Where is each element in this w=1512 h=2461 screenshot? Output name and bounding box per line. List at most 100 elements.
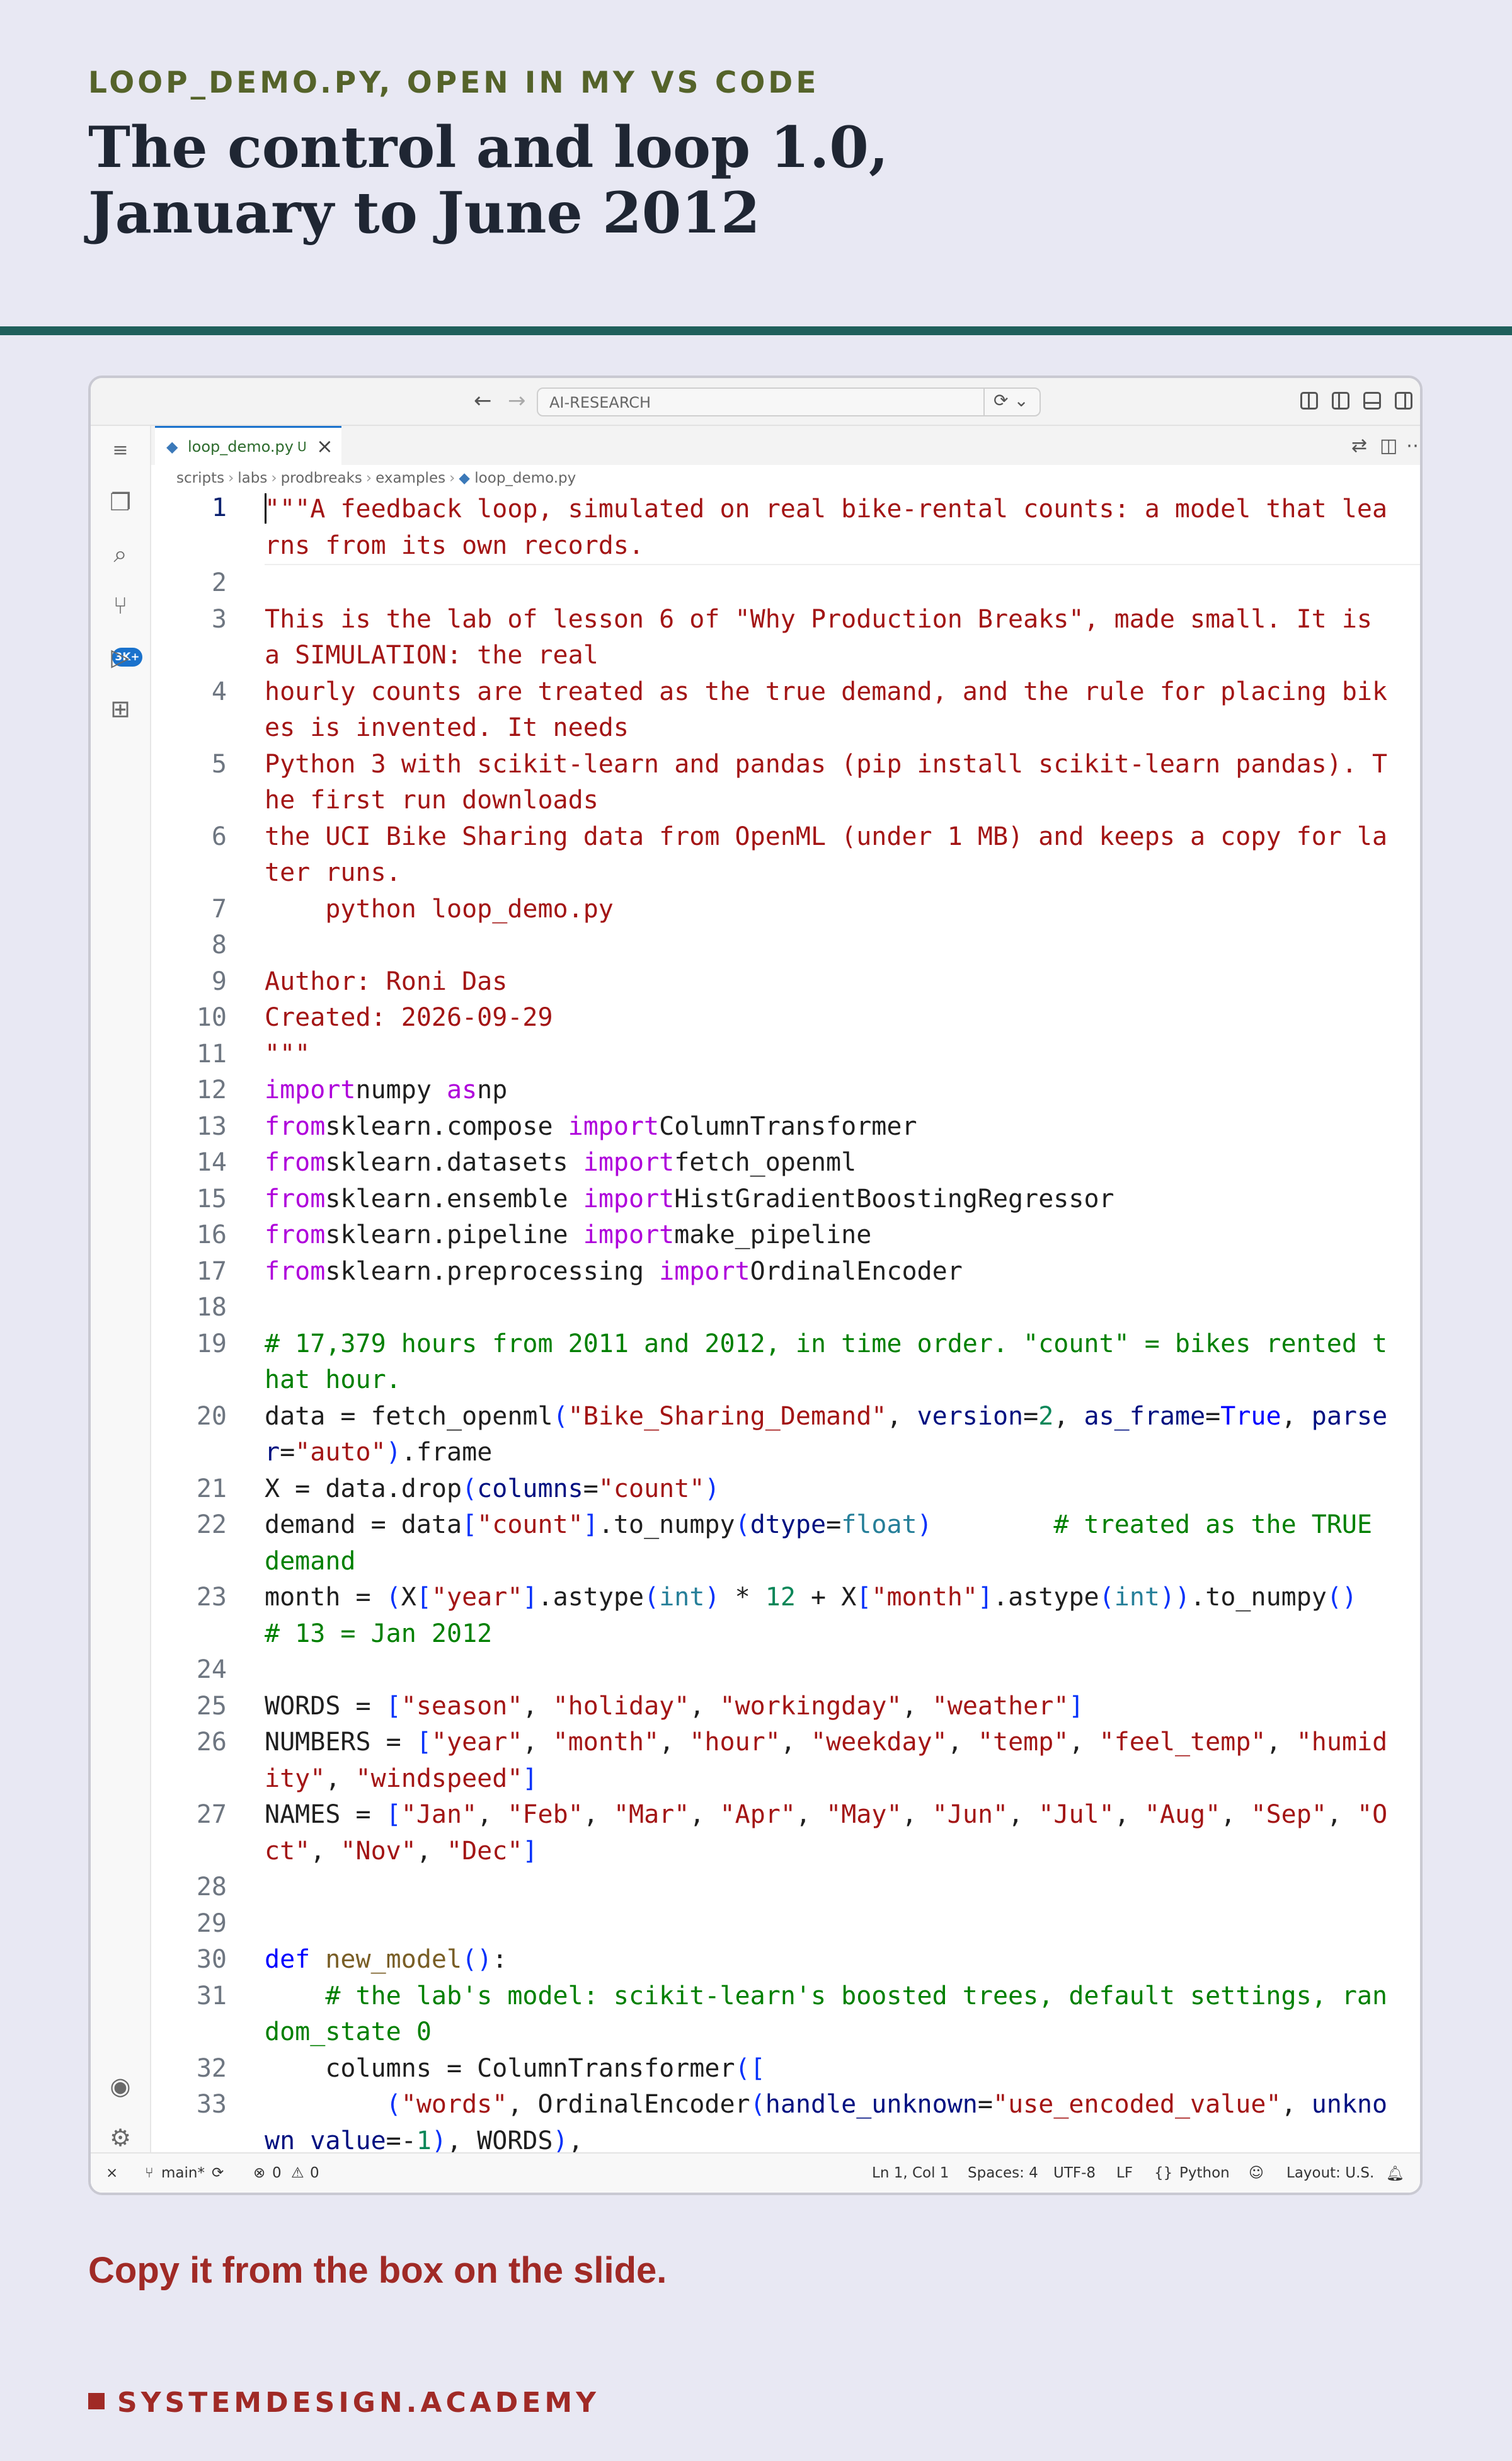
code-token: , [522, 1691, 553, 1721]
code-line-28[interactable]: 28 ​ [151, 1869, 1420, 1906]
breadcrumb: scripts › labs › prodbreaks › examples › ◆ loop_… [151, 465, 1420, 491]
code-line-14[interactable]: 14 fromsklearn.datasets importfetch_openm… [151, 1145, 1420, 1181]
breadcrumb-examples[interactable]: examples [375, 470, 445, 486]
code-line-1[interactable]: 1 """A feedback loop, simulated on real b… [151, 491, 1420, 565]
code-token: .astype [537, 1583, 644, 1612]
remote-icon[interactable]: ⨯ [106, 2165, 118, 2181]
code-token: ( [386, 1583, 401, 1612]
toggle-panel-icon[interactable] [1363, 392, 1381, 410]
code-token: "Feb" [507, 1800, 583, 1829]
breadcrumb-labs[interactable]: labs [238, 470, 267, 486]
code-line-22[interactable]: 22 demand = data["count"].to_numpy(dtype=… [151, 1507, 1420, 1580]
warning-count[interactable]: 0 [310, 2165, 319, 2181]
code-line-4[interactable]: 4 hourly counts are treated as the true d… [151, 674, 1420, 747]
code-line-32[interactable]: 32 columns = ColumnTransformer([ [151, 2051, 1420, 2087]
branch-name[interactable]: main* [161, 2165, 205, 2181]
code-line-12[interactable]: 12 importnumpy asnp [151, 1072, 1420, 1109]
code-token: "Jun" [932, 1800, 1009, 1829]
code-line-8[interactable]: 8​ [151, 927, 1420, 964]
copilot-status-icon[interactable]: ☺ [1249, 2165, 1264, 2181]
code-line-31[interactable]: 31 # the lab's model: scikit-learn's boo… [151, 1978, 1420, 2051]
branch-icon: ⑂ [145, 2165, 154, 2181]
more-actions-icon[interactable]: ⋯ [1406, 435, 1420, 457]
code-line-15[interactable]: 15 fromsklearn.ensemble importHistGradien… [151, 1181, 1420, 1218]
encoding[interactable]: UTF-8 [1053, 2165, 1096, 2181]
code-text: demand = data["count"].to_numpy(dtype=fl… [265, 1507, 1420, 1580]
code-line-7[interactable]: 7 python loop_demo.py [151, 892, 1420, 928]
customize-layout-icon[interactable] [1300, 392, 1318, 410]
code-line-27[interactable]: 27 NAMES = ["Jan", "Feb", "Mar", "Apr", "… [151, 1797, 1420, 1869]
chevron-right-icon: › [271, 470, 277, 486]
command-center-search[interactable]: AI-RESEARCH [537, 387, 1041, 416]
breadcrumb-prodbreaks[interactable]: prodbreaks [281, 470, 362, 486]
code-line-5[interactable]: 5 Python 3 with scikit-learn and pandas (… [151, 747, 1420, 819]
code-token: , [689, 1691, 720, 1721]
code-token: , [522, 1728, 553, 1757]
code-token: ( [462, 1474, 478, 1503]
keyboard-layout[interactable]: Layout: U.S. [1286, 2165, 1374, 2181]
source-control-icon[interactable]: ⑂ [106, 591, 135, 620]
code-line-23[interactable]: 23 month = (X["year"].astype(int) * 12 + … [151, 1580, 1420, 1652]
toggle-secondary-sidebar-icon[interactable] [1395, 392, 1412, 410]
error-count[interactable]: 0 [272, 2165, 282, 2181]
run-debug-icon[interactable]: ▷ [106, 643, 135, 672]
code-token: : [492, 1945, 508, 1974]
copilot-icon[interactable]: ⟳ ⌄ [983, 387, 1040, 416]
close-icon[interactable]: × [316, 434, 333, 458]
explorer-icon[interactable]: ❐ [106, 488, 135, 517]
code-line-33[interactable]: 33 ("words", OrdinalEncoder(handle_unkno… [151, 2087, 1420, 2155]
code-token: "use_encoded_value" [992, 2090, 1281, 2119]
code-line-19[interactable]: 19 # 17,379 hours from 2011 and 2012, in … [151, 1326, 1420, 1399]
code-editor[interactable]: 1 """A feedback loop, simulated on real b… [151, 491, 1420, 2155]
compare-changes-icon[interactable]: ⇄ [1351, 435, 1367, 457]
tab-untracked-status: U [297, 439, 307, 454]
code-line-25[interactable]: 25 WORDS = ["season", "holiday", "working… [151, 1689, 1420, 1725]
code-token: () [1326, 1583, 1358, 1612]
code-token: "month" [553, 1728, 660, 1757]
code-line-2[interactable]: 2​ [151, 565, 1420, 602]
code-text: fromsklearn.preprocessing importOrdinalE… [265, 1254, 1420, 1290]
search-icon[interactable]: ⌕ [106, 539, 135, 568]
code-line-13[interactable]: 13 fromsklearn.compose importColumnTransf… [151, 1109, 1420, 1145]
code-line-18[interactable]: 18 ​ [151, 1290, 1420, 1326]
menu-icon[interactable]: ≡ [106, 436, 135, 465]
code-line-29[interactable]: 29 ​ [151, 1906, 1420, 1942]
settings-gear-icon[interactable]: ⚙ [106, 2123, 135, 2152]
code-line-9[interactable]: 9 Author: Roni Das [151, 964, 1420, 1001]
code-line-10[interactable]: 10 Created: 2026-09-29 [151, 1000, 1420, 1036]
code-line-21[interactable]: 21 X = data.drop(columns="count") [151, 1471, 1420, 1508]
code-token: "count" [598, 1474, 705, 1503]
code-token: ) [553, 2126, 568, 2155]
split-editor-icon[interactable]: ◫ [1380, 435, 1397, 457]
code-line-3[interactable]: 3 This is the lab of lesson 6 of "Why Pro… [151, 602, 1420, 674]
code-token: [ [856, 1583, 872, 1612]
indentation[interactable]: Spaces: 4 [968, 2165, 1038, 2181]
code-line-30[interactable]: 30 def new_model(): [151, 1942, 1420, 1978]
tab-loop-demo[interactable]: ◆ loop_demo.py U × [155, 426, 341, 465]
code-line-20[interactable]: 20 data = fetch_openml("Bike_Sharing_Dema… [151, 1399, 1420, 1471]
code-line-17[interactable]: 17 fromsklearn.preprocessing importOrdina… [151, 1254, 1420, 1290]
sync-icon[interactable]: ⟳ [212, 2165, 224, 2181]
line-number: 2 [211, 568, 227, 597]
code-token: NUMBERS = [265, 1728, 416, 1757]
end-of-line[interactable]: LF [1116, 2165, 1133, 2181]
code-token: = [1023, 1401, 1039, 1431]
code-token: int [1114, 1583, 1160, 1612]
arrow-left-icon[interactable]: ← [474, 388, 492, 413]
code-token: "weather" [932, 1691, 1069, 1721]
account-icon[interactable]: ◉ [106, 2072, 135, 2101]
breadcrumb-scripts[interactable]: scripts [176, 470, 224, 486]
bell-icon[interactable]: 🔔︎ [1386, 2165, 1404, 2182]
code-line-24[interactable]: 24 ​ [151, 1652, 1420, 1689]
code-line-26[interactable]: 26 NUMBERS = ["year", "month", "hour", "w… [151, 1724, 1420, 1797]
toggle-primary-sidebar-icon[interactable] [1332, 392, 1349, 410]
cursor-position[interactable]: Ln 1, Col 1 [872, 2165, 949, 2181]
arrow-right-icon[interactable]: → [508, 388, 526, 413]
code-line-6[interactable]: 6 the UCI Bike Sharing data from OpenML (… [151, 819, 1420, 892]
code-token: "Sep" [1251, 1800, 1327, 1829]
language-mode[interactable]: Python [1179, 2165, 1230, 2181]
code-line-11[interactable]: 11 """ [151, 1036, 1420, 1073]
extensions-icon[interactable]: ⊞ [106, 694, 135, 723]
breadcrumb-file[interactable]: loop_demo.py [474, 470, 576, 486]
code-line-16[interactable]: 16 fromsklearn.pipeline importmake_pipeli… [151, 1217, 1420, 1254]
